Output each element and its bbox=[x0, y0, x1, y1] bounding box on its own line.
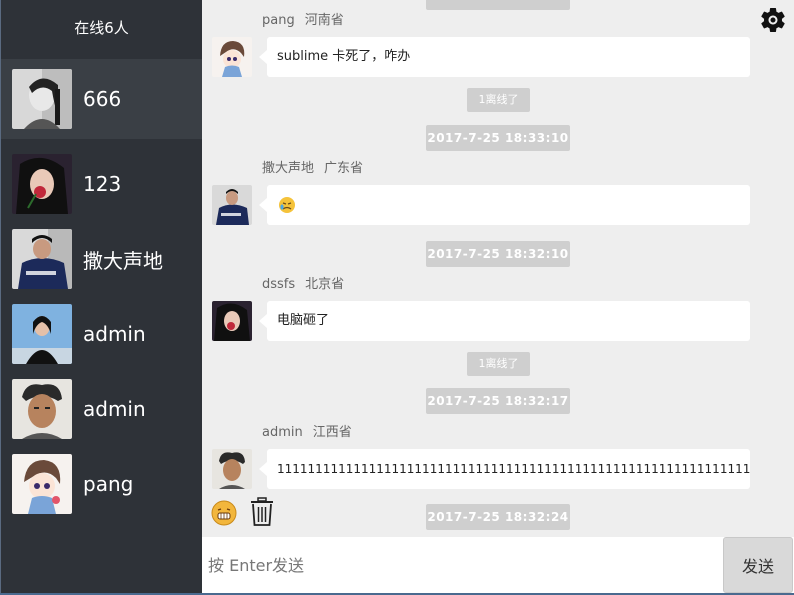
message-meta: admin 江西省 bbox=[262, 421, 352, 440]
bubble-tail bbox=[259, 314, 267, 328]
gear-icon[interactable] bbox=[758, 5, 788, 35]
user-name: 666 bbox=[83, 87, 122, 111]
user-item-sadashengdi[interactable]: 撒大声地 bbox=[1, 219, 203, 299]
online-count-title: 在线6人 bbox=[74, 19, 129, 37]
user-avatar bbox=[12, 454, 72, 514]
timestamp-pill bbox=[426, 0, 570, 10]
timestamp-pill: 2017-7-25 18:32:24 bbox=[426, 504, 570, 530]
sender-name: 撒大声地 bbox=[262, 161, 315, 176]
offline-notice: 1离线了 bbox=[467, 352, 530, 376]
sender-name: dssfs bbox=[262, 277, 296, 292]
message-avatar[interactable] bbox=[212, 185, 252, 225]
send-button[interactable]: 发送 bbox=[723, 537, 793, 593]
sad-face-emoji-icon bbox=[279, 196, 295, 213]
sender-region: 北京省 bbox=[305, 277, 345, 292]
sender-name: admin bbox=[262, 425, 303, 440]
message-meta: 撒大声地 广东省 bbox=[262, 157, 363, 176]
user-item-admin-1[interactable]: admin bbox=[1, 294, 203, 374]
timestamp-pill: 2017-7-25 18:32:10 bbox=[426, 241, 570, 267]
user-avatar bbox=[12, 69, 72, 129]
message-input[interactable] bbox=[208, 537, 720, 593]
message-meta: pang 河南省 bbox=[262, 9, 344, 28]
message-meta: dssfs 北京省 bbox=[262, 273, 344, 292]
user-avatar bbox=[12, 379, 72, 439]
user-item-666[interactable]: 666 bbox=[1, 59, 203, 139]
bubble-tail bbox=[259, 462, 267, 476]
chat-panel: pang 河南省 sublime 卡死了，咋办 1离线了 2017-7-25 18… bbox=[202, 0, 794, 595]
user-avatar bbox=[12, 229, 72, 289]
sender-name: pang bbox=[262, 13, 295, 28]
message-bubble: 电脑砸了 bbox=[267, 301, 750, 341]
sender-region: 河南省 bbox=[304, 13, 344, 28]
bubble-tail bbox=[259, 50, 267, 64]
sender-region: 江西省 bbox=[312, 425, 352, 440]
offline-notice: 1离线了 bbox=[467, 88, 530, 112]
user-name: 撒大声地 bbox=[83, 248, 163, 273]
timestamp-pill: 2017-7-25 18:33:10 bbox=[426, 125, 570, 151]
sender-region: 广东省 bbox=[324, 161, 364, 176]
user-name: pang bbox=[83, 472, 134, 496]
user-avatar bbox=[12, 304, 72, 364]
message-avatar[interactable] bbox=[212, 449, 252, 489]
user-item-pang[interactable]: pang bbox=[1, 444, 203, 524]
message-avatar[interactable] bbox=[212, 301, 252, 341]
online-users-sidebar: 在线6人 666 123 撒大声地 admin admin pang bbox=[0, 0, 203, 595]
user-name: admin bbox=[83, 322, 146, 346]
message-bubble: 1111111111111111111111111111111111111111… bbox=[267, 449, 750, 489]
message-bubble: sublime 卡死了，咋办 bbox=[267, 37, 750, 77]
message-list[interactable]: pang 河南省 sublime 卡死了，咋办 1离线了 2017-7-25 18… bbox=[202, 0, 794, 537]
bubble-tail bbox=[259, 198, 267, 212]
emoji-icon[interactable] bbox=[211, 500, 237, 526]
user-item-admin-2[interactable]: admin bbox=[1, 369, 203, 449]
message-bubble bbox=[267, 185, 750, 225]
timestamp-pill: 2017-7-25 18:32:17 bbox=[426, 388, 570, 414]
user-item-123[interactable]: 123 bbox=[1, 144, 203, 224]
message-input-bar: 发送 bbox=[202, 537, 794, 595]
user-name: 123 bbox=[83, 172, 122, 196]
message-avatar[interactable] bbox=[212, 37, 252, 77]
user-name: admin bbox=[83, 397, 146, 421]
user-avatar bbox=[12, 154, 72, 214]
trash-icon[interactable] bbox=[250, 497, 274, 527]
